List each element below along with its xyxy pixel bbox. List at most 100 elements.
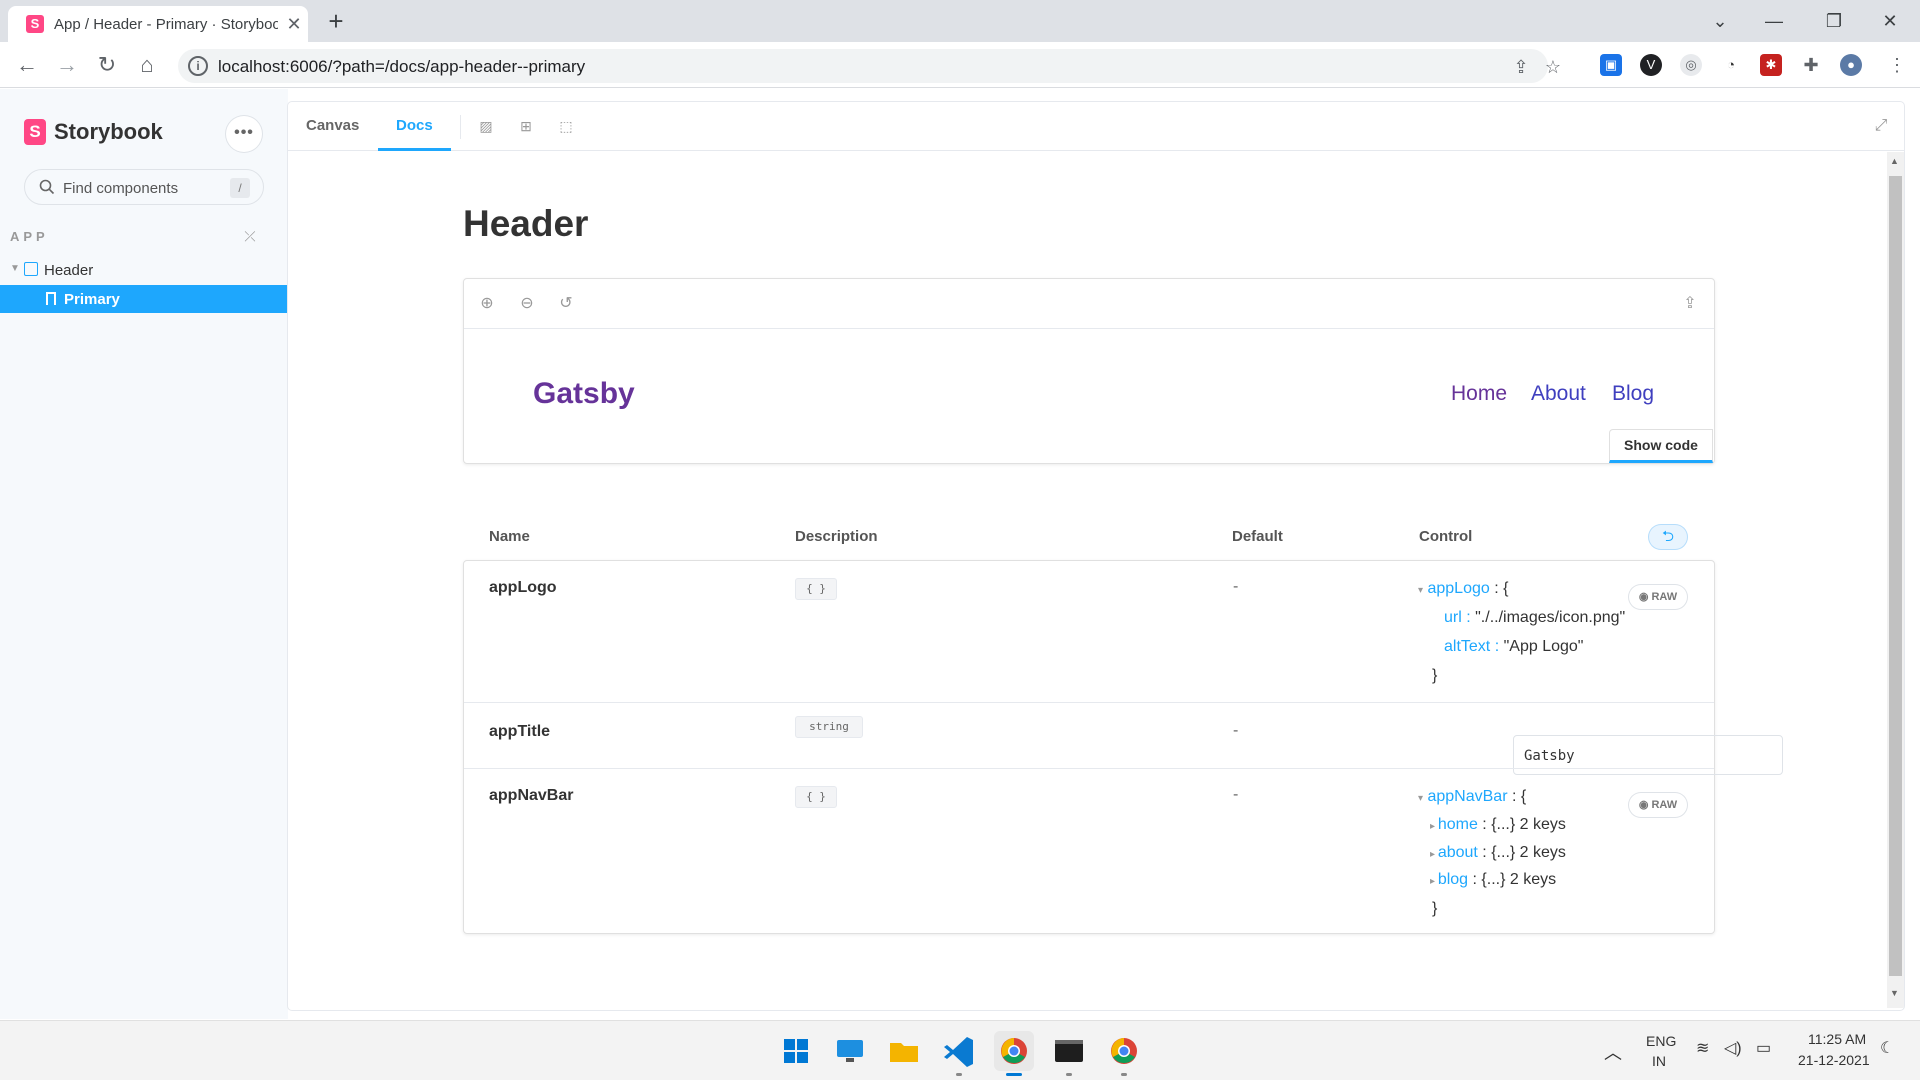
battery-icon[interactable]: ▭: [1756, 1038, 1771, 1058]
grid-icon[interactable]: ⊞: [517, 117, 535, 135]
chevron-down-icon: ▾: [1418, 793, 1424, 804]
object-entry[interactable]: url : "./../images/icon.png": [1444, 609, 1625, 627]
object-key: home: [1437, 816, 1478, 833]
tab-canvas[interactable]: Canvas: [288, 102, 377, 151]
nav-link-about[interactable]: About: [1531, 382, 1586, 406]
column-header-name: Name: [489, 528, 530, 545]
url-text[interactable]: localhost:6006/?path=/docs/app-header--p…: [218, 57, 585, 77]
object-brace: : {: [1489, 580, 1509, 597]
profile-avatar[interactable]: ●: [1840, 54, 1862, 76]
performance-extension-icon[interactable]: ◔: [1720, 54, 1742, 76]
scroll-down-arrow-icon[interactable]: ▼: [1890, 988, 1899, 998]
object-control-open[interactable]: ▾ appLogo : {: [1418, 580, 1508, 598]
background-image-icon[interactable]: ▨: [477, 117, 495, 135]
address-bar[interactable]: i localhost:6006/?path=/docs/app-header-…: [178, 49, 1561, 83]
chevron-down-icon: ▼: [10, 263, 20, 274]
fullscreen-icon[interactable]: ⤢: [1872, 117, 1890, 135]
vscode-icon[interactable]: [939, 1031, 979, 1071]
prop-name: appLogo: [489, 579, 557, 596]
storybook-sidebar: S Storybook ••• Find components / APP ⤫ …: [0, 89, 288, 1019]
outline-icon[interactable]: ⬚: [557, 117, 575, 135]
chevron-right-icon: ▸: [1430, 821, 1438, 832]
nav-link-home[interactable]: Home: [1451, 382, 1507, 406]
storybook-brand[interactable]: Storybook: [54, 119, 163, 145]
nav-link-blog[interactable]: Blog: [1612, 382, 1654, 406]
search-field[interactable]: Find components /: [24, 169, 264, 205]
home-icon[interactable]: ⌂: [132, 50, 162, 80]
object-entry-home[interactable]: ▸ home : {...} 2 keys: [1430, 816, 1566, 834]
scroll-up-arrow-icon[interactable]: ▲: [1890, 156, 1899, 166]
browser-tab[interactable]: S App / Header - Primary · Storybook ✕: [8, 6, 308, 42]
wifi-icon[interactable]: ≋: [1696, 1038, 1709, 1058]
object-control-open[interactable]: ▾ appNavBar : {: [1418, 788, 1526, 806]
object-entry-about[interactable]: ▸ about : {...} 2 keys: [1430, 844, 1566, 862]
object-entry[interactable]: altText : "App Logo": [1444, 638, 1583, 656]
raw-toggle-button[interactable]: ◉ RAW: [1629, 793, 1687, 817]
show-code-button[interactable]: Show code: [1609, 429, 1713, 463]
sidebar-item-primary[interactable]: Primary: [0, 285, 288, 313]
terminal-icon[interactable]: [1049, 1031, 1089, 1071]
new-tab-button[interactable]: +: [322, 8, 350, 36]
bookmark-star-icon[interactable]: ☆: [1542, 56, 1564, 78]
close-window-button[interactable]: ✕: [1870, 6, 1910, 36]
forward-icon[interactable]: →: [52, 50, 82, 80]
windows-start-icon[interactable]: [776, 1031, 816, 1071]
storybook-toolbar: Canvas Docs ▨ ⊞ ⬚ ⤢: [288, 102, 1904, 151]
default-value: -: [1233, 578, 1239, 595]
screen-capture-extension-icon[interactable]: ▣: [1600, 54, 1622, 76]
zoom-in-icon[interactable]: ⊕: [478, 295, 496, 313]
site-info-icon[interactable]: i: [188, 56, 208, 76]
search-icon: [39, 179, 55, 195]
prop-name: appNavBar: [489, 787, 574, 804]
chrome-icon[interactable]: [994, 1031, 1034, 1071]
collapse-all-icon[interactable]: ⤫: [242, 228, 258, 244]
red-extension-icon[interactable]: ✱: [1760, 54, 1782, 76]
reset-zoom-icon[interactable]: ↺: [557, 295, 575, 313]
sidebar-item-header[interactable]: ▼ Header: [0, 257, 288, 285]
extension-icon[interactable]: ◎: [1680, 54, 1702, 76]
object-value: {...} 2 keys: [1491, 844, 1566, 861]
vertical-scrollbar[interactable]: ▲ ▼: [1887, 152, 1904, 1008]
volume-icon[interactable]: ◁): [1724, 1038, 1742, 1058]
page-title: Header: [463, 203, 589, 244]
show-hidden-icons-icon[interactable]: ︿: [1604, 1039, 1622, 1065]
desktop-icon[interactable]: [830, 1031, 870, 1071]
tab-search-icon[interactable]: ⌄: [1700, 6, 1740, 36]
eye-icon: ◉: [1638, 799, 1652, 811]
app-running-indicator: [956, 1073, 962, 1076]
vue-devtools-extension-icon[interactable]: V: [1640, 54, 1662, 76]
language-region[interactable]: IN: [1652, 1053, 1666, 1069]
reload-icon[interactable]: ↻: [92, 50, 122, 80]
object-brace-close: }: [1432, 667, 1438, 684]
bookmark-icon: [46, 292, 56, 305]
story-preview: ⊕ ⊖ ↺ ⇪ Gatsby Home About Blog Show code: [463, 278, 1715, 464]
sidebar-group-app[interactable]: APP: [10, 229, 49, 244]
file-explorer-icon[interactable]: [884, 1031, 924, 1071]
app-logo-title[interactable]: Gatsby: [533, 377, 635, 411]
clock-time[interactable]: 11:25 AM: [1808, 1031, 1866, 1047]
restore-button[interactable]: ❐: [1814, 6, 1854, 36]
object-key: altText: [1444, 638, 1491, 655]
tab-docs[interactable]: Docs: [378, 102, 451, 151]
zoom-out-icon[interactable]: ⊖: [518, 295, 536, 313]
object-entry-blog[interactable]: ▸ blog : {...} 2 keys: [1430, 871, 1556, 889]
column-header-description: Description: [795, 528, 878, 545]
more-menu-icon[interactable]: ⋮: [1886, 54, 1908, 76]
minimize-button[interactable]: —: [1754, 6, 1794, 36]
sidebar-menu-button[interactable]: •••: [226, 116, 262, 152]
clock-date[interactable]: 21-12-2021: [1798, 1052, 1870, 1068]
language-indicator[interactable]: ENG: [1646, 1033, 1676, 1049]
open-in-new-tab-icon[interactable]: ⇪: [1681, 295, 1699, 313]
column-header-default: Default: [1232, 528, 1283, 545]
focus-assist-icon[interactable]: ☾: [1880, 1038, 1894, 1058]
extensions-puzzle-icon[interactable]: ✚: [1800, 54, 1822, 76]
preview-toolbar: ⊕ ⊖ ↺ ⇪: [464, 279, 1714, 329]
tab-close-icon[interactable]: ✕: [284, 14, 304, 34]
back-icon[interactable]: ←: [12, 50, 42, 80]
reset-controls-button[interactable]: ⮌: [1649, 525, 1687, 549]
scrollbar-thumb[interactable]: [1889, 176, 1902, 976]
chevron-right-icon: ▸: [1430, 876, 1438, 887]
share-icon[interactable]: ⇪: [1510, 56, 1532, 78]
raw-toggle-button[interactable]: ◉ RAW: [1629, 585, 1687, 609]
chrome-icon[interactable]: [1104, 1031, 1144, 1071]
